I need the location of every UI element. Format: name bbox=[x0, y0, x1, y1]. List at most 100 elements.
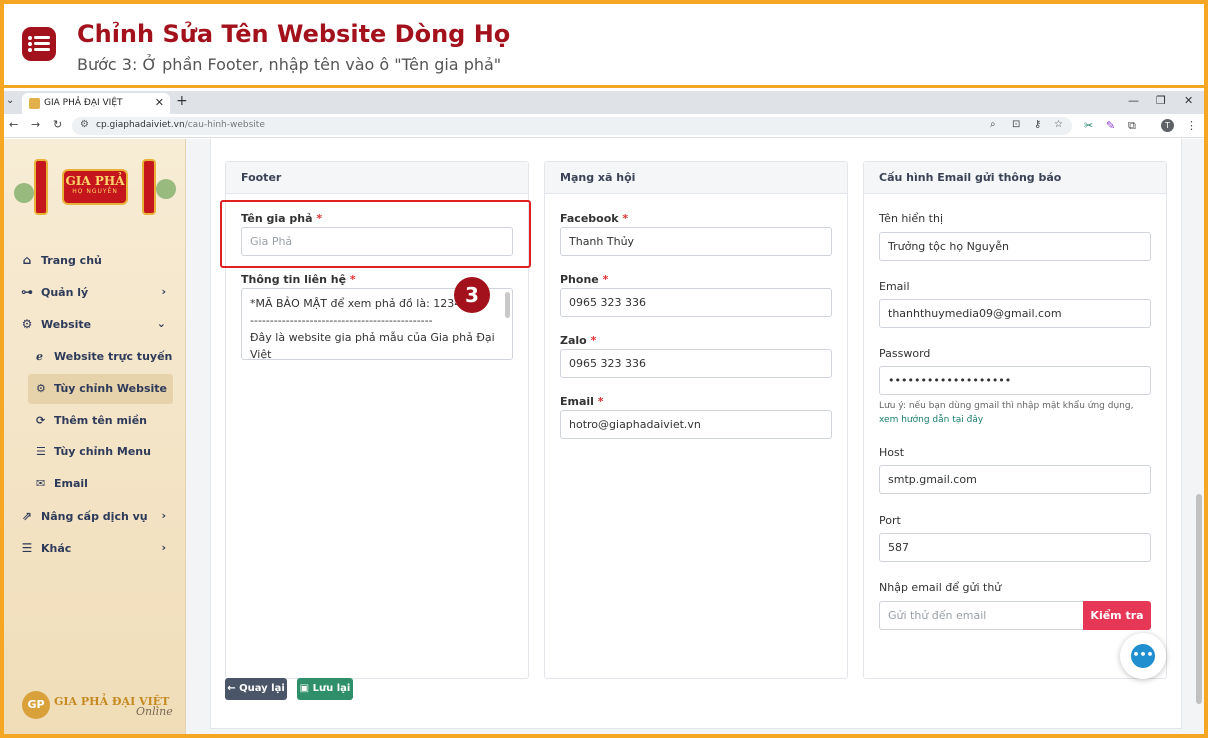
floppy-icon: ▣ bbox=[299, 683, 310, 694]
brand-logo: GP GIA PHẢ ĐẠI VIỆT Online bbox=[18, 689, 174, 723]
install-icon[interactable]: ⊡ bbox=[1012, 119, 1020, 130]
sidebar-item-label: Khác bbox=[41, 542, 72, 555]
site-info-icon[interactable]: ⚙ bbox=[80, 119, 89, 130]
sidebar-item-customize-menu[interactable]: ☰ Tùy chỉnh Menu bbox=[28, 437, 173, 467]
sidebar-item-label: Quản lý bbox=[41, 286, 89, 299]
sidebar-item-label: Thêm tên miền bbox=[54, 414, 147, 427]
save-button[interactable]: ▣ Lưu lại bbox=[297, 678, 353, 700]
reload-icon[interactable]: ↻ bbox=[53, 118, 62, 131]
kebab-menu-icon[interactable]: ⋮ bbox=[1186, 119, 1197, 132]
contact-info-label: Thông tin liên hệ * bbox=[241, 273, 356, 286]
port-input[interactable]: 587 bbox=[879, 533, 1151, 562]
display-name-label: Tên hiển thị bbox=[879, 212, 944, 225]
back-arrow-icon[interactable]: ← bbox=[9, 118, 18, 131]
new-tab-icon[interactable]: + bbox=[176, 93, 188, 109]
social-email-input[interactable]: hotro@giaphadaiviet.vn bbox=[560, 410, 832, 439]
menu-icon: ☰ bbox=[36, 445, 46, 458]
leaf-decoration bbox=[14, 183, 34, 203]
tab-search-icon[interactable]: ⌄ bbox=[6, 95, 14, 106]
social-email-label: Email * bbox=[560, 395, 604, 408]
pen-extension-icon[interactable]: ✎ bbox=[1106, 119, 1115, 132]
page-scrollbar[interactable] bbox=[1196, 494, 1202, 704]
brand-badge: GP bbox=[22, 691, 50, 719]
sidebar-item-add-domain[interactable]: ⟳ Thêm tên miền bbox=[28, 406, 173, 436]
test-button[interactable]: Kiểm tra bbox=[1083, 601, 1151, 630]
family-logo: GIA PHẢ HỌ NGUYỄN bbox=[14, 153, 176, 223]
chevron-right-icon: › bbox=[161, 509, 166, 522]
guide-link[interactable]: xem hướng dẫn tại đây bbox=[879, 415, 983, 425]
scroll-left-decoration bbox=[34, 159, 48, 215]
footer-card-heading: Footer bbox=[226, 162, 528, 194]
logo-title: GIA PHẢ bbox=[65, 174, 125, 188]
back-button[interactable]: ← Quay lại bbox=[225, 678, 287, 700]
step-badge: 3 bbox=[454, 277, 490, 313]
support-chat-button[interactable]: ••• bbox=[1120, 633, 1166, 679]
page: GIA PHẢ HỌ NGUYỄN ⌂ Trang chủ ⊶ Quản lý … bbox=[4, 139, 1204, 734]
browser-tab-bar: ⌄ GIA PHẢ ĐẠI VIỆT ✕ + — ❐ ✕ bbox=[4, 91, 1204, 114]
password-hint: Lưu ý: nếu bạn dùng gmail thì nhập mật k… bbox=[879, 401, 1134, 411]
envelope-icon: ✉ bbox=[36, 477, 46, 490]
zoom-icon[interactable]: ⌕ bbox=[990, 119, 996, 130]
zalo-input[interactable]: 0965 323 336 bbox=[560, 349, 832, 378]
facebook-label: Facebook * bbox=[560, 212, 629, 225]
extension-icon[interactable]: ✂ bbox=[1084, 119, 1093, 132]
puzzle-icon[interactable]: ⧉ bbox=[1128, 119, 1136, 133]
textarea-scrollbar[interactable] bbox=[505, 292, 510, 318]
list-icon bbox=[22, 27, 56, 61]
sidebar-item-label: Trang chủ bbox=[41, 254, 102, 267]
social-card: Mạng xã hội Facebook * Thanh Thủy Phone … bbox=[544, 161, 848, 679]
smtp-email-label: Email bbox=[879, 280, 910, 293]
sidebar-item-website[interactable]: ⚙ Website ⌄ bbox=[20, 314, 170, 336]
sitemap-icon: ⊶ bbox=[21, 285, 33, 299]
contact-line: Đây là website gia phả mẫu của Gia phả Đ… bbox=[250, 331, 495, 360]
sidebar-item-home[interactable]: ⌂ Trang chủ bbox=[20, 250, 170, 272]
logo-subtitle: HỌ NGUYỄN bbox=[72, 188, 118, 195]
star-icon[interactable]: ☆ bbox=[1054, 119, 1063, 130]
url-bar[interactable]: ⚙ cp.giaphadaiviet.vn/cau-hinh-website ⌕… bbox=[72, 117, 1072, 135]
minimize-icon[interactable]: — bbox=[1128, 94, 1139, 107]
sidebar-item-label: Tùy chỉnh Menu bbox=[54, 445, 151, 458]
favicon-icon bbox=[29, 98, 40, 109]
browser-tab[interactable]: GIA PHẢ ĐẠI VIỆT ✕ bbox=[22, 93, 170, 114]
step-highlight-box bbox=[220, 200, 531, 268]
banner-subtitle: Bước 3: Ở phần Footer, nhập tên vào ô "T… bbox=[77, 55, 502, 74]
globe-icon: ℯ bbox=[36, 350, 43, 363]
sidebar-item-customize-website[interactable]: ⚙ Tùy chỉnh Website bbox=[28, 374, 173, 404]
upgrade-icon: ⇗ bbox=[21, 509, 33, 523]
chevron-right-icon: › bbox=[161, 285, 166, 298]
sidebar-item-upgrade[interactable]: ⇗ Nâng cấp dịch vụ › bbox=[20, 506, 170, 528]
sidebar-item-label: Website bbox=[41, 318, 92, 331]
sidebar-item-manage[interactable]: ⊶ Quản lý › bbox=[20, 282, 170, 304]
test-email-input[interactable]: Gửi thử đến email bbox=[879, 601, 1084, 630]
sidebar-item-website-online[interactable]: ℯ Website trực tuyến bbox=[28, 342, 173, 372]
sidebar-item-label: Website trực tuyến bbox=[54, 350, 173, 363]
sidebar-item-email[interactable]: ✉ Email bbox=[28, 469, 173, 499]
smtp-email-input[interactable]: thanhthuymedia09@gmail.com bbox=[879, 299, 1151, 328]
key-icon[interactable]: ⚷ bbox=[1034, 119, 1041, 130]
display-name-input[interactable]: Trưởng tộc họ Nguyễn bbox=[879, 232, 1151, 261]
url-text: cp.giaphadaiviet.vn/cau-hinh-website bbox=[96, 120, 265, 130]
password-label: Password bbox=[879, 347, 931, 360]
menu-icon: ☰ bbox=[21, 541, 33, 555]
phone-label: Phone * bbox=[560, 273, 609, 286]
facebook-input[interactable]: Thanh Thủy bbox=[560, 227, 832, 256]
password-input[interactable]: ••••••••••••••••••• bbox=[879, 366, 1151, 395]
home-icon: ⌂ bbox=[22, 253, 32, 267]
close-tab-icon[interactable]: ✕ bbox=[155, 96, 164, 109]
forward-arrow-icon[interactable]: → bbox=[31, 118, 40, 131]
restore-icon[interactable]: ❐ bbox=[1156, 94, 1166, 107]
port-label: Port bbox=[879, 514, 901, 527]
chevron-right-icon: › bbox=[161, 541, 166, 554]
phone-input[interactable]: 0965 323 336 bbox=[560, 288, 832, 317]
profile-avatar[interactable]: T bbox=[1161, 119, 1174, 132]
save-button-label: Lưu lại bbox=[312, 683, 351, 694]
email-config-card: Cấu hình Email gửi thông báo Tên hiển th… bbox=[863, 161, 1167, 679]
screenshot-frame: Chỉnh Sửa Tên Website Dòng Họ Bước 3: Ở … bbox=[4, 4, 1204, 734]
sidebar-item-other[interactable]: ☰ Khác › bbox=[20, 538, 170, 560]
host-input[interactable]: smtp.gmail.com bbox=[879, 465, 1151, 494]
chevron-down-icon: ⌄ bbox=[156, 317, 166, 330]
gear-icon: ⚙ bbox=[36, 382, 46, 395]
sidebar-item-label: Tùy chỉnh Website bbox=[54, 382, 168, 395]
chat-bubble-icon: ••• bbox=[1131, 644, 1155, 668]
close-window-icon[interactable]: ✕ bbox=[1184, 94, 1193, 107]
